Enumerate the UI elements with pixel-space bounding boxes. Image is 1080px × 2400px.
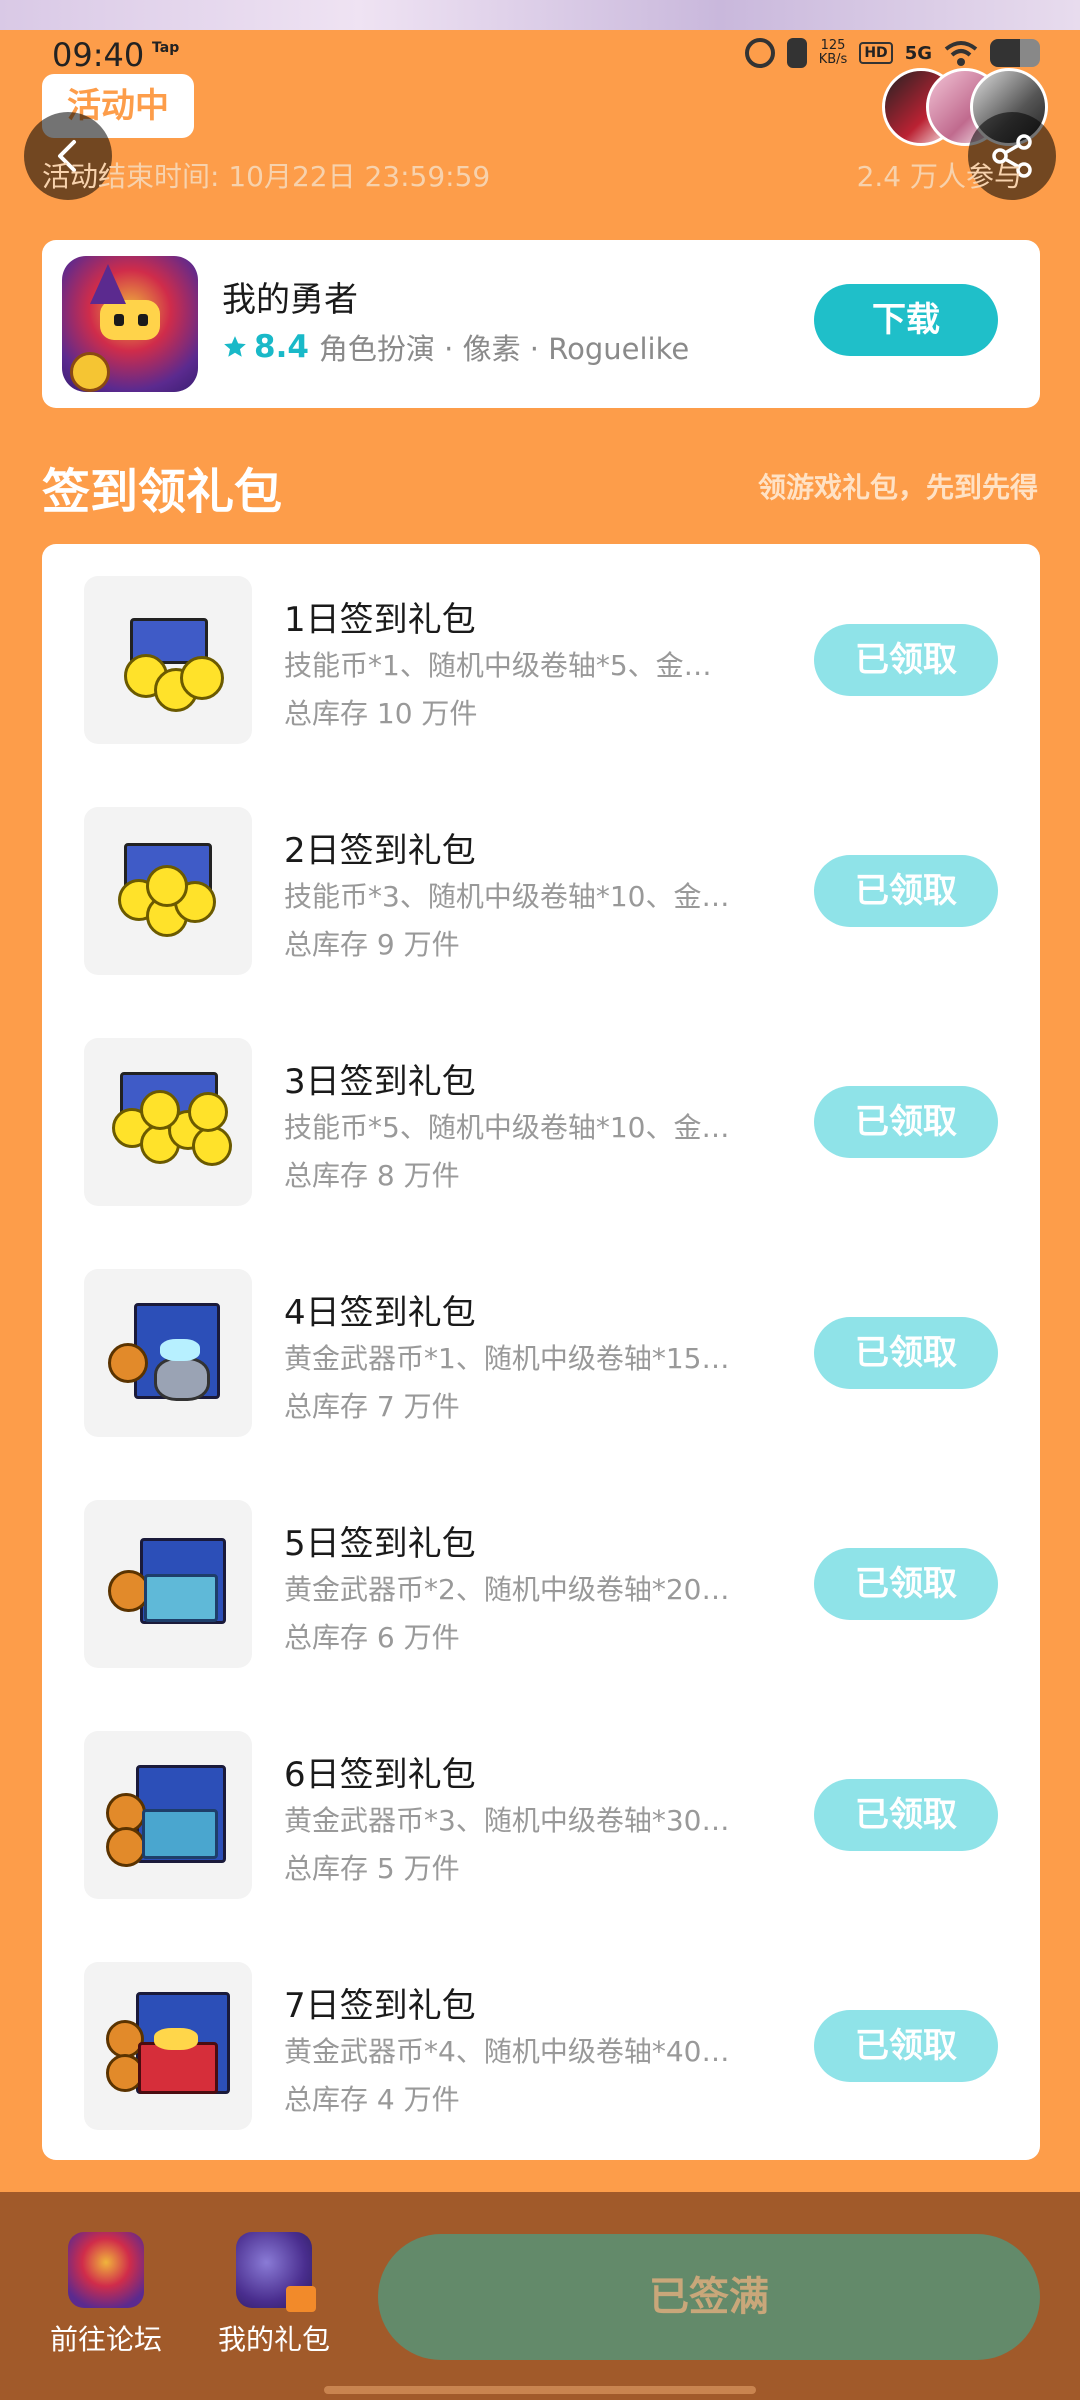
section-subtitle: 领游戏礼包，先到先得 (757, 471, 1038, 504)
status-carrier-tag: Tap (152, 40, 180, 56)
forum-tab-label: 前往论坛 (49, 2323, 162, 2356)
claimed-button[interactable]: 已领取 (814, 1779, 998, 1851)
gift-row-day-6: 6日签到礼包 黄金武器币*3、随机中级卷轴*30… 总库存 5 万件 已领取 (42, 1699, 1040, 1930)
vibrate-icon (786, 38, 807, 68)
gift-stock: 总库存 5 万件 (284, 1852, 460, 1885)
wifi-icon (944, 41, 978, 66)
my-gifts-tab[interactable]: 我的礼包 (194, 2232, 354, 2358)
game-meta: 8.4 角色扮演 · 像素 · Roguelike (222, 326, 689, 368)
my-gifts-tab-label: 我的礼包 (217, 2323, 330, 2356)
gift-stock: 总库存 6 万件 (284, 1621, 460, 1654)
gift-title: 1日签到礼包 (284, 600, 476, 640)
signed-full-button[interactable]: 已签满 (378, 2234, 1040, 2360)
gift-stock: 总库存 10 万件 (284, 697, 478, 730)
claimed-button[interactable]: 已领取 (814, 2010, 998, 2082)
claimed-button[interactable]: 已领取 (814, 1548, 998, 1620)
activity-end-time: 活动结束时间: 10月22日 23:59:59 (42, 160, 491, 193)
gift-title: 3日签到礼包 (284, 1062, 476, 1102)
gift-title: 5日签到礼包 (284, 1524, 476, 1564)
gift-stock: 总库存 4 万件 (284, 2083, 460, 2116)
home-indicator[interactable] (324, 2386, 756, 2394)
signal-5g-icon: 5G (904, 42, 932, 64)
network-speed-unit: KB/s (818, 52, 848, 67)
battery-icon (990, 39, 1040, 67)
gift-description: 黄金武器币*1、随机中级卷轴*15… (284, 1342, 730, 1375)
gift-row-day-5: 5日签到礼包 黄金武器币*2、随机中级卷轴*20… 总库存 6 万件 已领取 (42, 1468, 1040, 1699)
gift-image-crystals (84, 1269, 252, 1437)
star-icon (224, 336, 246, 357)
game-tags: 角色扮演 · 像素 · Roguelike (318, 332, 690, 366)
gift-title: 7日签到礼包 (284, 1986, 476, 2026)
gift-stock: 总库存 8 万件 (284, 1159, 460, 1192)
gift-row-day-2: 2日签到礼包 技能币*3、随机中级卷轴*10、金… 总库存 9 万件 已领取 (42, 775, 1040, 1006)
hd-icon: HD (859, 42, 893, 64)
status-time: 09:40 (52, 36, 145, 74)
game-rating-value: 8.4 (254, 329, 309, 365)
gift-row-day-4: 4日签到礼包 黄金武器币*1、随机中级卷轴*15… 总库存 7 万件 已领取 (42, 1237, 1040, 1468)
gift-row-day-1: 1日签到礼包 技能币*1、随机中级卷轴*5、金… 总库存 10 万件 已领取 (42, 544, 1040, 775)
banner-strip (0, 0, 1080, 30)
gift-box-icon (236, 2232, 316, 2312)
section-title: 签到领礼包 (42, 464, 283, 520)
game-app-icon (62, 256, 198, 392)
gift-image-coins (84, 576, 252, 744)
gift-title: 6日签到礼包 (284, 1755, 476, 1795)
gift-row-day-3: 3日签到礼包 技能币*5、随机中级卷轴*10、金… 总库存 8 万件 已领取 (42, 1006, 1040, 1237)
download-button[interactable]: 下载 (814, 284, 998, 356)
claimed-button[interactable]: 已领取 (814, 855, 998, 927)
gift-title: 2日签到礼包 (284, 831, 476, 871)
game-rating: 8.4 (222, 329, 309, 365)
gift-row-day-7: 7日签到礼包 黄金武器币*4、随机中级卷轴*40… 总库存 4 万件 已领取 (42, 1930, 1040, 2161)
gift-description: 黄金武器币*3、随机中级卷轴*30… (284, 1804, 730, 1837)
bottom-bar: 前往论坛 我的礼包 已签满 (0, 2192, 1080, 2400)
claimed-button[interactable]: 已领取 (814, 624, 998, 696)
game-name: 我的勇者 (222, 280, 358, 320)
claimed-button[interactable]: 已领取 (814, 1317, 998, 1389)
gift-description: 黄金武器币*4、随机中级卷轴*40… (284, 2035, 730, 2068)
gift-image-chest (84, 1731, 252, 1899)
gift-image-treasure-chest (84, 1962, 252, 2130)
alarm-icon (744, 38, 775, 68)
gift-image-coins (84, 807, 252, 975)
gift-stock: 总库存 9 万件 (284, 928, 460, 961)
gift-image-coins (84, 1038, 252, 1206)
game-forum-icon (68, 2232, 144, 2308)
gift-description: 黄金武器币*2、随机中级卷轴*20… (284, 1573, 730, 1606)
gift-stock: 总库存 7 万件 (284, 1390, 460, 1423)
status-icons: 125 KB/s HD 5G (744, 38, 1040, 68)
network-speed-value: 125 (820, 38, 846, 53)
gift-description: 技能币*3、随机中级卷轴*10、金… (284, 880, 730, 913)
gift-description: 技能币*5、随机中级卷轴*10、金… (284, 1111, 730, 1144)
forum-tab[interactable]: 前往论坛 (26, 2232, 186, 2358)
gift-title: 4日签到礼包 (284, 1293, 476, 1333)
claimed-button[interactable]: 已领取 (814, 1086, 998, 1158)
game-card[interactable]: 我的勇者 8.4 角色扮演 · 像素 · Roguelike 下载 (42, 240, 1040, 408)
gift-description: 技能币*1、随机中级卷轴*5、金… (284, 649, 712, 682)
gift-image-chest (84, 1500, 252, 1668)
gift-list: 1日签到礼包 技能币*1、随机中级卷轴*5、金… 总库存 10 万件 已领取 2… (42, 544, 1040, 2160)
network-speed: 125 KB/s (819, 39, 848, 67)
participant-count: 2.4 万人参与 (856, 160, 1022, 193)
